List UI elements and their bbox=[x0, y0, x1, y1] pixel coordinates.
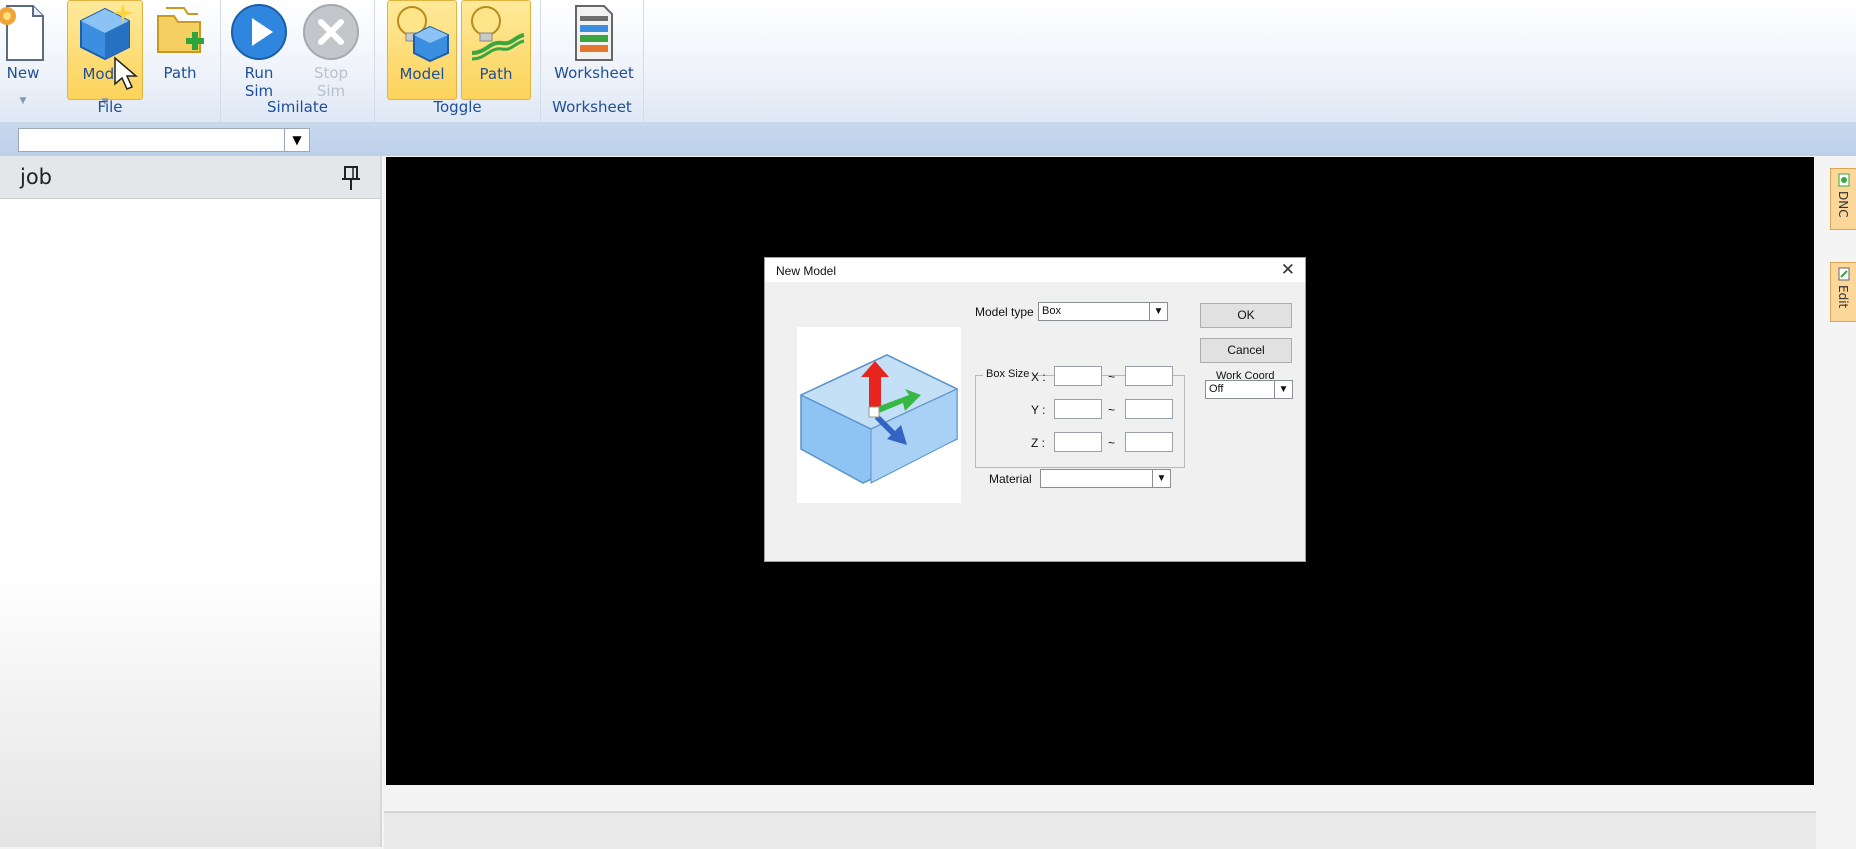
dnc-icon bbox=[1838, 173, 1850, 187]
toggle-model-label: Model bbox=[399, 65, 445, 83]
y-range-separator: ~ bbox=[1108, 403, 1116, 417]
new-label: New bbox=[6, 64, 40, 82]
work-coord-select[interactable]: Off ▼ bbox=[1205, 380, 1293, 399]
z-axis-label: Z : bbox=[1031, 436, 1045, 450]
path-label: Path bbox=[163, 64, 197, 82]
toggle-group-label: Toggle bbox=[433, 98, 482, 116]
chevron-down-icon[interactable]: ▼ bbox=[1274, 381, 1292, 398]
ribbon-group-simulate: Run Sim Stop Sim Similate bbox=[221, 0, 375, 122]
cancel-button[interactable]: Cancel bbox=[1200, 338, 1292, 363]
x-axis-label: X : bbox=[1031, 370, 1046, 384]
toggle-path-label: Path bbox=[479, 65, 513, 83]
bottom-panel bbox=[384, 811, 1816, 849]
chevron-down-icon[interactable]: ▼ bbox=[1152, 470, 1170, 487]
x-max-input[interactable] bbox=[1125, 366, 1173, 386]
z-min-input[interactable] bbox=[1054, 432, 1102, 452]
play-icon bbox=[231, 4, 287, 60]
model-type-select[interactable]: Box ▼ bbox=[1038, 302, 1168, 321]
ribbon-group-toggle: Model Path Toggle bbox=[375, 0, 541, 122]
chevron-down-icon[interactable]: ▼ bbox=[284, 129, 309, 151]
worksheet-group-label: Worksheet bbox=[552, 98, 632, 116]
y-axis-label: Y : bbox=[1031, 403, 1046, 417]
dialog-titlebar: New Model ✕ bbox=[765, 258, 1305, 282]
new-file-icon bbox=[0, 5, 44, 61]
new-button[interactable]: New ▼ bbox=[0, 0, 61, 106]
lightbulb-path-icon bbox=[471, 6, 525, 61]
ok-button[interactable]: OK bbox=[1200, 303, 1292, 328]
stop-icon bbox=[303, 4, 359, 60]
job-panel: job bbox=[0, 156, 382, 847]
chevron-down-icon[interactable]: ▼ bbox=[1149, 303, 1167, 320]
material-label: Material bbox=[989, 472, 1032, 486]
path-button[interactable]: Path bbox=[142, 0, 218, 100]
stop-sim-button[interactable]: Stop Sim bbox=[293, 0, 369, 100]
dialog-title: New Model bbox=[776, 264, 837, 278]
simulate-group-label: Similate bbox=[267, 98, 328, 116]
material-select[interactable]: ▼ bbox=[1040, 469, 1171, 488]
z-max-input[interactable] bbox=[1125, 432, 1173, 452]
close-icon[interactable]: ✕ bbox=[1281, 260, 1295, 280]
box-size-group: Box Size bbox=[975, 368, 1185, 468]
y-min-input[interactable] bbox=[1054, 399, 1102, 419]
y-max-input[interactable] bbox=[1125, 399, 1173, 419]
run-sim-label: Run Sim bbox=[244, 64, 274, 100]
folder-add-icon bbox=[157, 7, 204, 53]
z-range-separator: ~ bbox=[1108, 436, 1116, 450]
toggle-model-button[interactable]: Model bbox=[387, 0, 457, 100]
ribbon: New ▼ Model ▼ Path File Run Sim Stop Sim… bbox=[0, 0, 1856, 123]
dnc-tab-label: DNC bbox=[1836, 191, 1850, 218]
panel-title: job bbox=[20, 165, 53, 189]
box-size-label: Box Size bbox=[983, 368, 1033, 380]
ribbon-group-worksheet: Worksheet Worksheet bbox=[541, 0, 644, 122]
lightbulb-cube-icon bbox=[397, 6, 449, 63]
mouse-cursor-icon bbox=[114, 56, 139, 90]
model-cube-icon bbox=[80, 3, 133, 61]
work-coord-value: Off bbox=[1209, 383, 1224, 395]
job-select[interactable]: ▼ bbox=[18, 128, 310, 152]
toolbar-row: ▼ bbox=[0, 123, 1856, 156]
edit-icon bbox=[1838, 267, 1850, 281]
model-type-value: Box bbox=[1042, 305, 1061, 317]
worksheet-icon bbox=[575, 5, 613, 61]
job-panel-header: job bbox=[0, 156, 380, 199]
model-type-label: Model type bbox=[975, 305, 1034, 319]
ribbon-group-file: New ▼ Model ▼ Path File bbox=[0, 0, 221, 122]
box-model-preview bbox=[797, 327, 961, 503]
edit-tab-label: Edit bbox=[1836, 285, 1850, 309]
toggle-path-button[interactable]: Path bbox=[461, 0, 531, 100]
pin-icon[interactable] bbox=[340, 164, 362, 192]
new-model-dialog: New Model ✕ Model type Box ▼ Box Size X … bbox=[764, 257, 1306, 562]
x-min-input[interactable] bbox=[1054, 366, 1102, 386]
worksheet-label: Worksheet bbox=[554, 64, 634, 82]
x-range-separator: ~ bbox=[1108, 370, 1116, 384]
dnc-tab[interactable]: DNC bbox=[1830, 168, 1856, 230]
edit-tab[interactable]: Edit bbox=[1830, 262, 1856, 322]
worksheet-button[interactable]: Worksheet bbox=[554, 0, 634, 100]
run-sim-button[interactable]: Run Sim bbox=[221, 0, 297, 100]
file-group-label: File bbox=[97, 98, 123, 116]
stop-sim-label: Stop Sim bbox=[313, 64, 349, 100]
